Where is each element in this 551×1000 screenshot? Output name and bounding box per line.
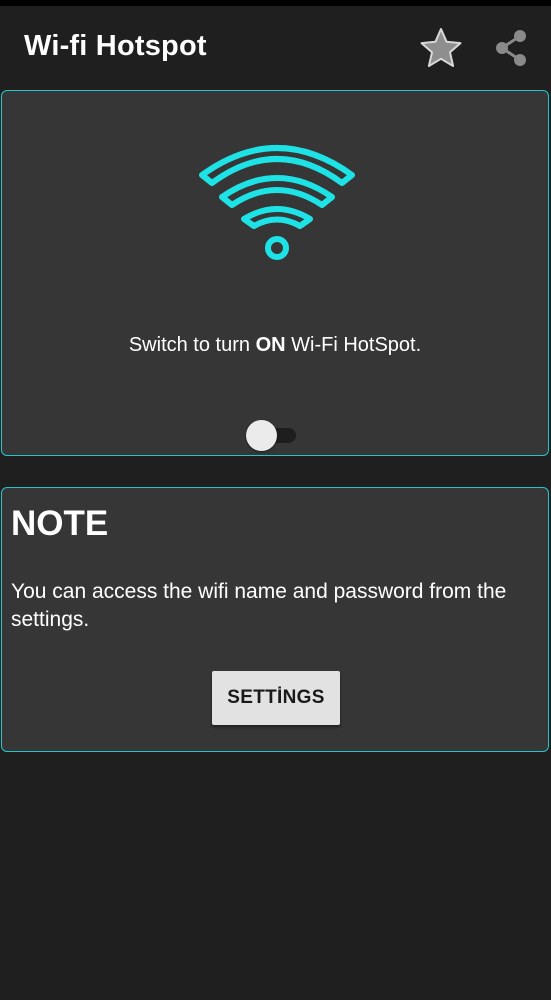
switch-text-before: Switch to turn	[128, 334, 256, 356]
wifi-icon	[199, 145, 355, 260]
switch-text-on: ON	[255, 334, 286, 356]
switch-text-after: Wi-Fi HotSpot.	[285, 334, 422, 356]
switch-instruction: Switch to turn ON Wi-Fi HotSpot.	[2, 334, 548, 357]
note-title: NOTE	[11, 504, 109, 543]
note-card: NOTE You can access the wifi name and pa…	[1, 487, 549, 752]
hotspot-card: Switch to turn ON Wi-Fi HotSpot.	[1, 90, 549, 456]
settings-button[interactable]: SETTİNGS	[212, 671, 340, 725]
note-body: You can access the wifi name and passwor…	[11, 580, 507, 631]
star-icon[interactable]	[419, 26, 463, 70]
hotspot-toggle[interactable]	[246, 419, 298, 451]
app-bar: Wi-fi Hotspot	[0, 6, 551, 86]
app-screen: Wi-fi Hotspot Switch to turn ON Wi-Fi Ho…	[0, 0, 551, 1000]
share-icon[interactable]	[491, 28, 531, 68]
toggle-thumb	[246, 420, 277, 451]
app-title: Wi-fi Hotspot	[24, 30, 207, 62]
